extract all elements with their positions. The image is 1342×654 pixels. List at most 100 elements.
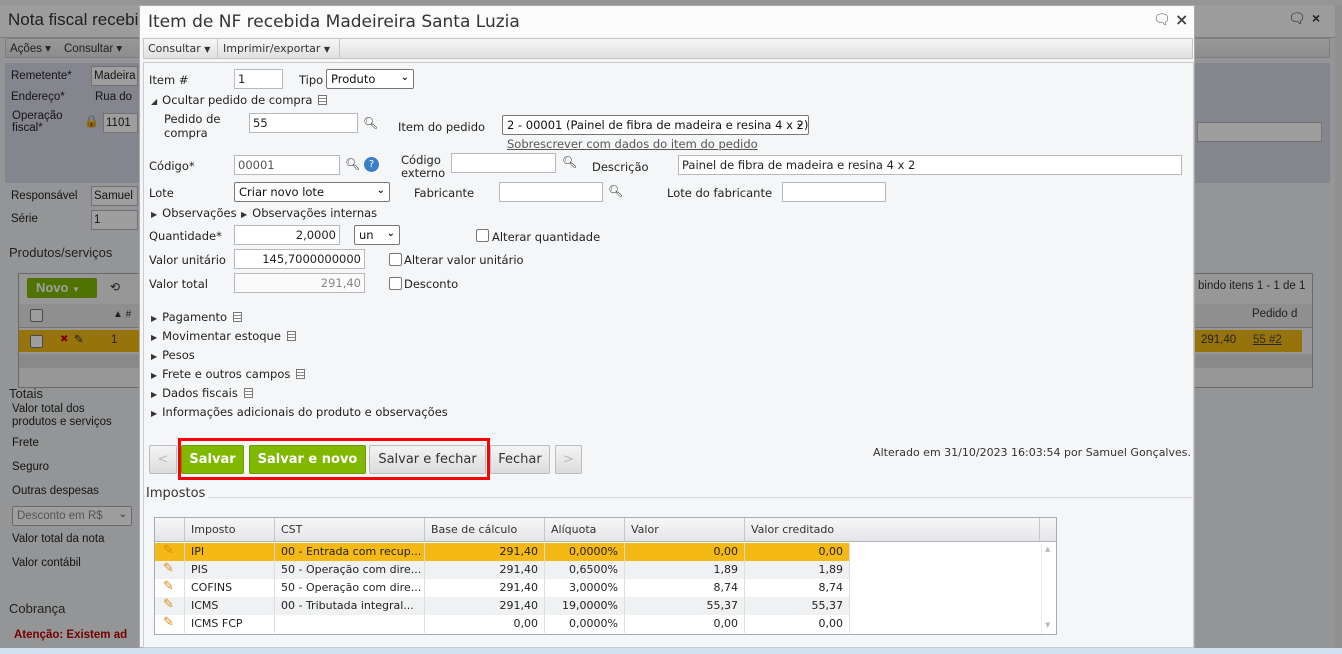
- pedido-input[interactable]: 55: [249, 113, 358, 133]
- serie-input[interactable]: 1: [91, 210, 138, 230]
- table-cell[interactable]: 3,0000%: [545, 579, 625, 597]
- remetente-input[interactable]: Madeira: [91, 66, 138, 86]
- table-cell[interactable]: 0,0000%: [545, 615, 625, 633]
- novo-button[interactable]: Novo ▼: [27, 278, 97, 298]
- menu-acoes[interactable]: Ações ▾: [10, 41, 51, 55]
- alterar-quantidade-checkbox[interactable]: [476, 229, 489, 242]
- search-icon[interactable]: 🔍︎: [363, 116, 378, 130]
- menu-imprimir-exportar[interactable]: Imprimir/exportar ▼: [223, 42, 330, 55]
- table-cell[interactable]: 19,0000%: [545, 597, 625, 615]
- search-icon[interactable]: 🔍︎: [608, 184, 623, 198]
- table-cell[interactable]: 8,74: [625, 579, 745, 597]
- lote-select[interactable]: Criar novo lote ⌄: [234, 182, 390, 202]
- chat-icon[interactable]: 🗨: [1288, 10, 1306, 27]
- table-cell[interactable]: 50 - Operação com dire...: [275, 579, 425, 597]
- ocultar-pedido-toggle[interactable]: ◢ Ocultar pedido de compra: [151, 93, 328, 107]
- salvar-button[interactable]: Salvar: [181, 445, 244, 474]
- table-cell[interactable]: 0,6500%: [545, 561, 625, 579]
- section-informacoes-adicionais[interactable]: ▶ Informações adicionais do produto e obs…: [151, 405, 448, 419]
- refresh-icon[interactable]: ⟲: [110, 280, 120, 294]
- menu-consultar[interactable]: Consultar ▼: [148, 42, 210, 55]
- codigo-input[interactable]: 00001: [234, 155, 340, 175]
- edit-pencil-icon[interactable]: ✎: [155, 615, 185, 633]
- background-input[interactable]: [1197, 122, 1322, 142]
- section-frete[interactable]: ▶ Frete e outros campos: [151, 367, 306, 381]
- codigo-externo-input[interactable]: [451, 153, 556, 173]
- edit-icon[interactable]: ✎: [74, 332, 84, 346]
- item-input[interactable]: 1: [234, 69, 283, 89]
- fabricante-input[interactable]: [499, 182, 603, 202]
- table-cell[interactable]: 0,00: [625, 543, 745, 561]
- table-cell[interactable]: 291,40: [425, 561, 545, 579]
- edit-pencil-icon[interactable]: ✎: [155, 597, 185, 615]
- table-cell[interactable]: 0,00: [625, 615, 745, 633]
- col-base[interactable]: Base de cálculo: [425, 518, 545, 542]
- close-icon[interactable]: ×: [1312, 10, 1320, 26]
- desconto-checkbox[interactable]: [389, 277, 402, 290]
- table-cell[interactable]: 55,37: [745, 597, 850, 615]
- section-pesos[interactable]: ▶ Pesos: [151, 348, 195, 362]
- table-cell[interactable]: 00 - Entrada com recup...: [275, 543, 425, 561]
- row-checkbox[interactable]: [30, 335, 43, 348]
- table-cell[interactable]: 0,00: [425, 615, 545, 633]
- grid-col-num[interactable]: ▲ #: [113, 309, 131, 320]
- table-cell[interactable]: 0,00: [745, 543, 850, 561]
- responsavel-input[interactable]: Samuel: [91, 186, 138, 206]
- col-aliquota[interactable]: Alíquota: [545, 518, 625, 542]
- delete-icon[interactable]: ✖: [60, 334, 68, 345]
- close-icon[interactable]: ×: [1175, 10, 1188, 29]
- search-icon[interactable]: 🔍︎: [562, 155, 577, 169]
- table-cell[interactable]: 8,74: [745, 579, 850, 597]
- desconto-select[interactable]: Desconto em R$ ⌄: [12, 506, 132, 526]
- table-cell[interactable]: [275, 615, 425, 633]
- table-cell[interactable]: 50 - Operação com dire...: [275, 561, 425, 579]
- scroll-up-icon[interactable]: ▲: [1045, 545, 1050, 553]
- table-cell[interactable]: 291,40: [425, 579, 545, 597]
- edit-pencil-icon[interactable]: ✎: [155, 579, 185, 597]
- table-cell[interactable]: 0,0000%: [545, 543, 625, 561]
- table-cell[interactable]: 00 - Tributada integral...: [275, 597, 425, 615]
- item-pedido-select[interactable]: 2 - 00001 (Painel de fibra de madeira e …: [502, 115, 809, 135]
- observacoes-internas-toggle[interactable]: ▶ Observações internas: [241, 206, 377, 220]
- table-cell[interactable]: COFINS: [185, 579, 275, 597]
- table-cell[interactable]: 0,00: [745, 615, 850, 633]
- row-pedido-link[interactable]: 55 #2: [1253, 334, 1282, 346]
- table-cell[interactable]: 291,40: [425, 597, 545, 615]
- page-scrollbar[interactable]: [1335, 5, 1342, 648]
- search-icon[interactable]: 🔍︎: [345, 157, 360, 171]
- col-imposto[interactable]: Imposto: [185, 518, 275, 542]
- edit-pencil-icon[interactable]: ✎: [155, 561, 185, 579]
- section-movimentar-estoque[interactable]: ▶ Movimentar estoque: [151, 329, 296, 343]
- descricao-input[interactable]: Painel de fibra de madeira e resina 4 x …: [678, 155, 1182, 175]
- section-dados-fiscais[interactable]: ▶ Dados fiscais: [151, 386, 253, 400]
- table-scrollbar[interactable]: ▲ ▼: [1041, 543, 1056, 634]
- salvar-e-fechar-button[interactable]: Salvar e fechar: [369, 445, 486, 474]
- observacoes-toggle[interactable]: ▶ Observações: [151, 206, 237, 220]
- tipo-select[interactable]: Produto ⌄: [326, 69, 414, 89]
- menu-consultar[interactable]: Consultar ▾: [64, 41, 122, 55]
- col-cst[interactable]: CST: [275, 518, 425, 542]
- valor-unitario-input[interactable]: 145,7000000000: [234, 249, 365, 269]
- table-cell[interactable]: ICMS FCP: [185, 615, 275, 633]
- previous-button[interactable]: <: [149, 445, 177, 474]
- quantidade-input[interactable]: 2,0000: [234, 225, 340, 245]
- col-valor-creditado[interactable]: Valor creditado: [745, 518, 1040, 542]
- table-cell[interactable]: IPI: [185, 543, 275, 561]
- col-valor[interactable]: Valor: [625, 518, 745, 542]
- table-cell[interactable]: 55,37: [625, 597, 745, 615]
- scroll-down-icon[interactable]: ▼: [1045, 621, 1050, 629]
- next-button[interactable]: >: [555, 445, 582, 474]
- table-cell[interactable]: PIS: [185, 561, 275, 579]
- fechar-button[interactable]: Fechar: [490, 445, 550, 474]
- section-pagamento[interactable]: ▶ Pagamento: [151, 310, 243, 324]
- alterar-valor-unitario-checkbox[interactable]: [389, 253, 402, 266]
- table-cell[interactable]: ICMS: [185, 597, 275, 615]
- table-cell[interactable]: 1,89: [745, 561, 850, 579]
- table-cell[interactable]: 291,40: [425, 543, 545, 561]
- lote-fabricante-input[interactable]: [782, 182, 886, 202]
- table-cell[interactable]: 1,89: [625, 561, 745, 579]
- salvar-e-novo-button[interactable]: Salvar e novo: [249, 445, 366, 474]
- help-icon[interactable]: ?: [364, 157, 379, 172]
- select-all-checkbox[interactable]: [30, 309, 43, 322]
- operacao-input[interactable]: 1101: [103, 113, 138, 133]
